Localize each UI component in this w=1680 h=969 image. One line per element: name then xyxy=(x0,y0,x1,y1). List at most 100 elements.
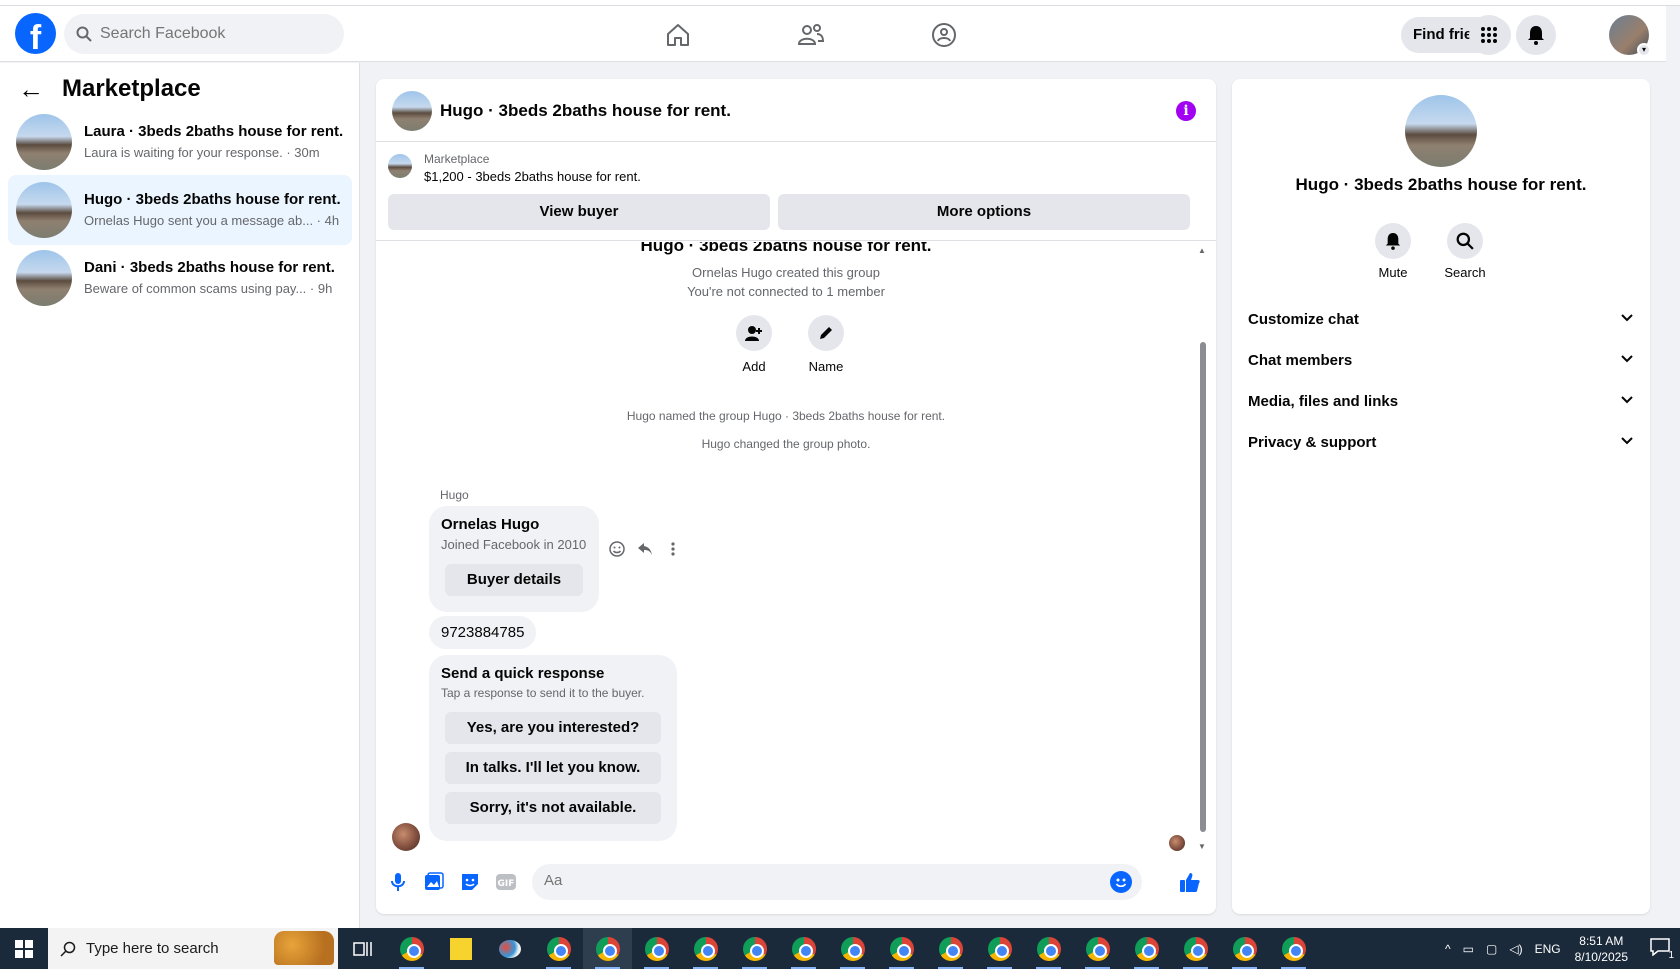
name-group-action[interactable]: Name xyxy=(796,315,856,374)
chrome-profile-icon[interactable] xyxy=(730,928,779,969)
chat-title[interactable]: Hugo · 3beds 2baths house for rent. xyxy=(440,101,731,121)
marketplace-sidebar: ← Marketplace Laura · 3beds 2baths house… xyxy=(0,63,360,928)
home-icon[interactable] xyxy=(663,20,693,50)
chrome-profile-icon[interactable] xyxy=(779,928,828,969)
chrome-profile-icon[interactable] xyxy=(1269,928,1318,969)
scroll-down-arrow-icon[interactable]: ▼ xyxy=(1198,842,1206,851)
quick-response-bubble: Send a quick response Tap a response to … xyxy=(429,655,677,841)
taskbar-search-box[interactable]: Type here to search xyxy=(48,928,338,969)
microphone-icon[interactable] xyxy=(386,870,410,894)
windows-start-icon[interactable] xyxy=(0,928,48,969)
language-indicator[interactable]: ENG xyxy=(1535,942,1561,956)
photo-gallery-icon[interactable] xyxy=(422,870,446,894)
bell-icon xyxy=(1375,223,1411,259)
system-tray: ^ ▭ ▢ ◁) ENG 8:51 AM 8/10/2025 1 xyxy=(1439,928,1680,969)
page-scrollbar[interactable] xyxy=(1666,62,1680,928)
chrome-profile-icon[interactable] xyxy=(681,928,730,969)
chrome-icon[interactable] xyxy=(387,928,436,969)
taskbar-search-placeholder: Type here to search xyxy=(86,940,219,957)
accordion-chat-members[interactable]: Chat members xyxy=(1240,340,1642,380)
scroll-up-arrow-icon[interactable]: ▲ xyxy=(1198,246,1206,255)
chrome-profile-icon[interactable] xyxy=(828,928,877,969)
profile-avatar[interactable]: ▾ xyxy=(1609,15,1651,57)
sticky-notes-icon[interactable] xyxy=(436,928,485,969)
task-view-icon[interactable] xyxy=(338,928,387,969)
facebook-logo-icon[interactable]: f xyxy=(15,13,56,54)
message-composer: GIF xyxy=(376,852,1216,914)
gif-icon[interactable]: GIF xyxy=(494,870,518,894)
message-scrollbar[interactable]: ▲ ▼ xyxy=(1198,246,1208,851)
conversation-item-hugo[interactable]: Hugo · 3beds 2baths house for rent. Orne… xyxy=(8,175,352,245)
chrome-profile-icon[interactable] xyxy=(1073,928,1122,969)
chrome-profile-icon[interactable] xyxy=(534,928,583,969)
chevron-down-icon xyxy=(1620,433,1634,451)
groups-icon[interactable] xyxy=(929,20,959,50)
view-buyer-button[interactable]: View buyer xyxy=(388,194,770,230)
volume-icon[interactable]: ◁) xyxy=(1509,942,1522,956)
accordion-privacy-support[interactable]: Privacy & support xyxy=(1240,422,1642,462)
search-box[interactable] xyxy=(64,14,344,54)
add-member-action[interactable]: Add xyxy=(724,315,784,374)
chrome-profile-icon[interactable] xyxy=(1122,928,1171,969)
search-icon xyxy=(60,941,76,957)
group-photo-line: Hugo changed the group photo. xyxy=(701,437,871,451)
accordion-media-files-links[interactable]: Media, files and links xyxy=(1240,381,1642,421)
chrome-profile-icon[interactable] xyxy=(1220,928,1269,969)
emoji-icon[interactable] xyxy=(1110,871,1132,893)
monitor-icon[interactable]: ▢ xyxy=(1486,942,1497,956)
chrome-profile-icon[interactable] xyxy=(1171,928,1220,969)
sender-avatar[interactable] xyxy=(392,823,420,851)
quick-response-not-available[interactable]: Sorry, it's not available. xyxy=(445,792,661,824)
message-actions xyxy=(608,540,682,558)
chat-avatar[interactable] xyxy=(392,91,432,131)
quick-response-in-talks[interactable]: In talks. I'll let you know. xyxy=(445,752,661,784)
chrome-profile-icon[interactable] xyxy=(926,928,975,969)
chevron-down-icon xyxy=(1620,310,1634,328)
paint-icon[interactable] xyxy=(485,928,534,969)
message-sender-name: Hugo xyxy=(440,488,469,502)
quick-response-subtitle: Tap a response to send it to the buyer. xyxy=(441,686,645,700)
chrome-profile-icon[interactable] xyxy=(877,928,926,969)
sticker-icon[interactable] xyxy=(458,870,482,894)
reply-icon[interactable] xyxy=(636,540,654,558)
info-icon[interactable]: i xyxy=(1176,101,1196,121)
chrome-profile-icon[interactable] xyxy=(1024,928,1073,969)
listing-house-thumbnail xyxy=(16,114,72,170)
chrome-profile-icon[interactable] xyxy=(975,928,1024,969)
conversation-item-dani[interactable]: Dani · 3beds 2baths house for rent. Bewa… xyxy=(8,243,352,313)
accordion-customize-chat[interactable]: Customize chat xyxy=(1240,299,1642,339)
group-named-line: Hugo named the group Hugo · 3beds 2baths… xyxy=(626,409,946,423)
search-in-chat-action[interactable]: Search xyxy=(1435,223,1495,280)
back-arrow-icon[interactable]: ← xyxy=(18,76,44,102)
friends-icon[interactable] xyxy=(796,20,826,50)
thumbs-up-icon[interactable] xyxy=(1178,870,1202,894)
network-icon[interactable]: ▭ xyxy=(1463,942,1474,956)
more-vertical-icon[interactable] xyxy=(664,540,682,558)
group-photo[interactable] xyxy=(1405,95,1477,167)
search-input[interactable] xyxy=(100,25,320,43)
notification-center-icon[interactable]: 1 xyxy=(1650,938,1674,961)
message-input-field[interactable] xyxy=(532,864,1142,900)
phone-message-bubble: 9723884785 xyxy=(429,616,537,649)
conversation-item-laura[interactable]: Laura · 3beds 2baths house for rent. Lau… xyxy=(8,107,352,177)
buyer-joined: Joined Facebook in 2010 xyxy=(441,537,587,552)
chrome-profile-active-icon[interactable] xyxy=(583,928,632,969)
listing-price-title[interactable]: $1,200 - 3beds 2baths house for rent. xyxy=(424,169,641,184)
chrome-profile-icon[interactable] xyxy=(632,928,681,969)
buyer-details-button[interactable]: Buyer details xyxy=(445,564,583,596)
listing-thumbnail[interactable] xyxy=(388,154,412,178)
mute-action[interactable]: Mute xyxy=(1363,223,1423,280)
chevron-up-icon[interactable]: ^ xyxy=(1445,942,1451,956)
clock-time: 8:51 AM xyxy=(1579,933,1624,948)
scrollbar-thumb[interactable] xyxy=(1200,342,1206,832)
quick-response-yes[interactable]: Yes, are you interested? xyxy=(445,712,661,744)
menu-grid-icon[interactable] xyxy=(1469,15,1509,55)
message-input[interactable] xyxy=(544,872,1084,889)
clock[interactable]: 8:51 AM 8/10/2025 xyxy=(1575,933,1628,965)
svg-text:GIF: GIF xyxy=(498,879,515,889)
notification-count: 1 xyxy=(1668,950,1674,961)
notifications-bell-icon[interactable] xyxy=(1516,15,1556,55)
react-emoji-icon[interactable] xyxy=(608,540,626,558)
more-options-button[interactable]: More options xyxy=(778,194,1190,230)
group-title: Hugo · 3beds 2baths house for rent. xyxy=(640,242,932,255)
